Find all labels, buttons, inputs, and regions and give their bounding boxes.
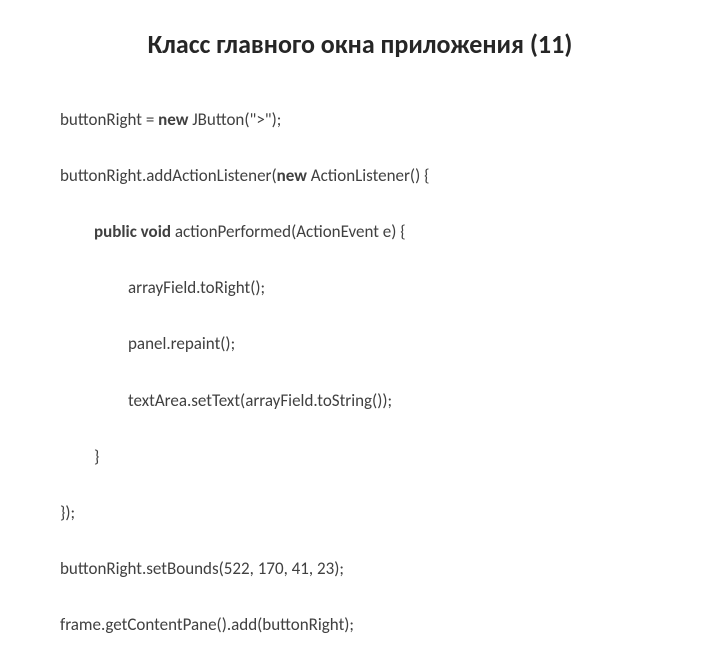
code-text: ActionListener() { (307, 165, 430, 186)
code-line: textArea.setText(arrayField.toString()); (60, 387, 660, 415)
code-keyword: new (158, 109, 188, 130)
code-text: buttonRight.addActionListener( (60, 165, 277, 186)
code-line: } (60, 443, 660, 471)
code-text: buttonRight = (60, 109, 158, 130)
code-block: buttonRight = new JButton(">"); buttonRi… (60, 78, 660, 667)
code-keyword: new (277, 165, 307, 186)
code-line: buttonRight = new JButton(">"); (60, 106, 660, 134)
slide-title: Класс главного окна приложения (11) (60, 28, 660, 60)
code-line: buttonRight.setBounds(522, 170, 41, 23); (60, 555, 660, 583)
code-line: buttonRight.addActionListener(new Action… (60, 162, 660, 190)
code-line: public void actionPerformed(ActionEvent … (60, 218, 660, 246)
code-text: actionPerformed(ActionEvent e) { (171, 221, 406, 242)
code-line: frame.getContentPane().add(buttonRight); (60, 611, 660, 639)
code-text: JButton(">"); (188, 109, 281, 130)
code-line: arrayField.toRight(); (60, 274, 660, 302)
code-line: panel.repaint(); (60, 330, 660, 358)
code-keyword: public void (94, 221, 171, 242)
code-line: }); (60, 499, 660, 527)
